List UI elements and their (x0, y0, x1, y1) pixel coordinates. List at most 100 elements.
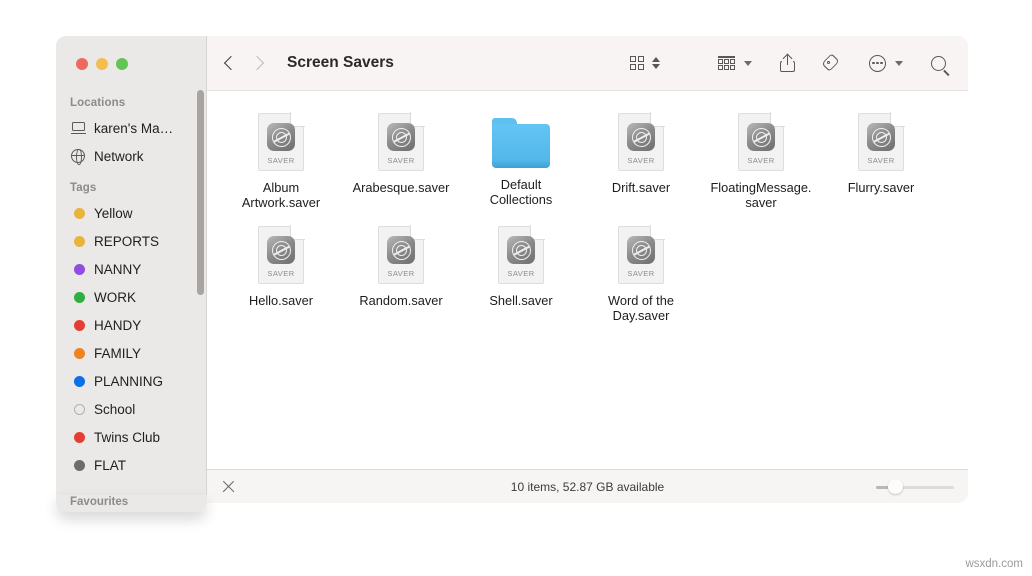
tag-dot-icon (70, 457, 86, 473)
saver-file-icon: SAVER (258, 113, 304, 171)
share-button[interactable] (774, 50, 801, 76)
sidebar-item-tag-reports[interactable]: REPORTS (56, 227, 200, 255)
share-icon (780, 54, 795, 72)
tag-dot-icon (70, 317, 86, 333)
sidebar-item-label: Twins Club (94, 430, 160, 445)
sidebar-item-tag-flat[interactable]: FLAT (56, 451, 200, 479)
tag-dot-icon (70, 429, 86, 445)
saver-badge-label: SAVER (258, 156, 304, 165)
sidebar-item-label: Network (94, 149, 144, 164)
sidebar-section-header-favourites: Favourites (56, 495, 207, 508)
grid-view-icon (630, 56, 645, 71)
sidebar: Locations karen's Ma… Network Tags Yello… (56, 36, 206, 503)
finder-window: Locations karen's Ma… Network Tags Yello… (56, 36, 968, 503)
folder-item[interactable]: Default Collections (461, 113, 581, 210)
file-name-label: Album Artwork.saver (229, 180, 333, 210)
file-item[interactable]: SAVER Hello.saver (221, 226, 341, 323)
chevron-down-icon (895, 61, 903, 66)
sidebar-item-label: REPORTS (94, 234, 159, 249)
sidebar-bottom-overflow: Favourites (56, 495, 207, 512)
laptop-icon (70, 120, 86, 136)
more-options-button[interactable] (863, 50, 909, 76)
file-item[interactable]: SAVER Random.saver (341, 226, 461, 323)
search-icon (931, 56, 946, 71)
file-item[interactable]: SAVER FloatingMessage.saver (701, 113, 821, 210)
file-name-label: Shell.saver (469, 293, 573, 308)
sidebar-item-tag-twins-club[interactable]: Twins Club (56, 423, 200, 451)
navigation-buttons (225, 54, 263, 72)
sidebar-section-header-tags: Tags (56, 170, 200, 199)
tag-icon (823, 55, 841, 71)
file-name-label: FloatingMessage.saver (709, 180, 813, 210)
sidebar-scrollbar[interactable] (197, 90, 204, 295)
more-options-icon (869, 55, 886, 72)
saver-badge-label: SAVER (618, 269, 664, 278)
tag-dot-icon (70, 205, 86, 221)
folder-name-label: Default Collections (469, 177, 573, 207)
saver-file-icon: SAVER (378, 226, 424, 284)
sidebar-item-network[interactable]: Network (56, 142, 200, 170)
sort-button[interactable] (650, 50, 666, 76)
sidebar-item-label: FAMILY (94, 346, 141, 361)
sidebar-section-header-locations: Locations (56, 91, 200, 114)
slider-thumb[interactable] (888, 479, 903, 494)
group-by-icon (718, 56, 735, 69)
file-item[interactable]: SAVER Album Artwork.saver (221, 113, 341, 210)
sidebar-item-label: FLAT (94, 458, 126, 473)
saver-badge-label: SAVER (858, 156, 904, 165)
sidebar-scroll-area: Locations karen's Ma… Network Tags Yello… (56, 91, 206, 479)
sidebar-item-label: Yellow (94, 206, 133, 221)
forward-button[interactable] (252, 54, 263, 72)
sidebar-item-tag-work[interactable]: WORK (56, 283, 200, 311)
toolbar: Screen Savers (207, 36, 968, 91)
saver-file-icon: SAVER (378, 113, 424, 171)
status-text: 10 items, 52.87 GB available (207, 480, 968, 494)
file-item[interactable]: SAVER Shell.saver (461, 226, 581, 323)
sidebar-item-tag-planning[interactable]: PLANNING (56, 367, 200, 395)
saver-badge-label: SAVER (378, 269, 424, 278)
file-item[interactable]: SAVER Word of the Day.saver (581, 226, 701, 323)
file-item[interactable]: SAVER Arabesque.saver (341, 113, 461, 210)
file-name-label: Drift.saver (589, 180, 693, 195)
saver-badge-label: SAVER (498, 269, 544, 278)
sidebar-item-tag-school[interactable]: School (56, 395, 200, 423)
sidebar-item-label: WORK (94, 290, 136, 305)
sidebar-item-label: karen's Ma… (94, 121, 173, 136)
saver-file-icon: SAVER (618, 226, 664, 284)
back-button[interactable] (225, 54, 236, 72)
search-button[interactable] (909, 50, 952, 76)
sidebar-item-tag-family[interactable]: FAMILY (56, 339, 200, 367)
sidebar-item-label: PLANNING (94, 374, 163, 389)
sidebar-item-label: School (94, 402, 135, 417)
tag-dot-icon (70, 289, 86, 305)
chevron-down-icon (744, 61, 752, 66)
file-item[interactable]: SAVER Drift.saver (581, 113, 701, 210)
saver-file-icon: SAVER (618, 113, 664, 171)
minimize-window-button[interactable] (96, 58, 108, 70)
close-window-button[interactable] (76, 58, 88, 70)
traffic-lights (56, 36, 206, 91)
file-name-label: Random.saver (349, 293, 453, 308)
sort-updown-icon (652, 57, 660, 69)
icon-size-slider[interactable] (876, 479, 954, 495)
tag-button[interactable] (817, 50, 847, 76)
saver-badge-label: SAVER (258, 269, 304, 278)
tag-dot-icon (70, 261, 86, 277)
tag-dot-icon (70, 233, 86, 249)
group-by-button[interactable] (712, 50, 758, 76)
sidebar-item-tag-nanny[interactable]: NANNY (56, 255, 200, 283)
sidebar-item-label: HANDY (94, 318, 141, 333)
file-item[interactable]: SAVER Flurry.saver (821, 113, 941, 210)
sidebar-item-tag-yellow[interactable]: Yellow (56, 199, 200, 227)
view-options-button[interactable] (624, 50, 651, 76)
file-name-label: Hello.saver (229, 293, 333, 308)
sidebar-item-label: NANNY (94, 262, 141, 277)
sidebar-item-tag-handy[interactable]: HANDY (56, 311, 200, 339)
maximize-window-button[interactable] (116, 58, 128, 70)
page-title: Screen Savers (287, 54, 394, 72)
sidebar-item-karens-mac[interactable]: karen's Ma… (56, 114, 200, 142)
saver-file-icon: SAVER (258, 226, 304, 284)
tag-dot-hollow-icon (70, 401, 86, 417)
globe-icon (70, 148, 86, 164)
saver-file-icon: SAVER (738, 113, 784, 171)
